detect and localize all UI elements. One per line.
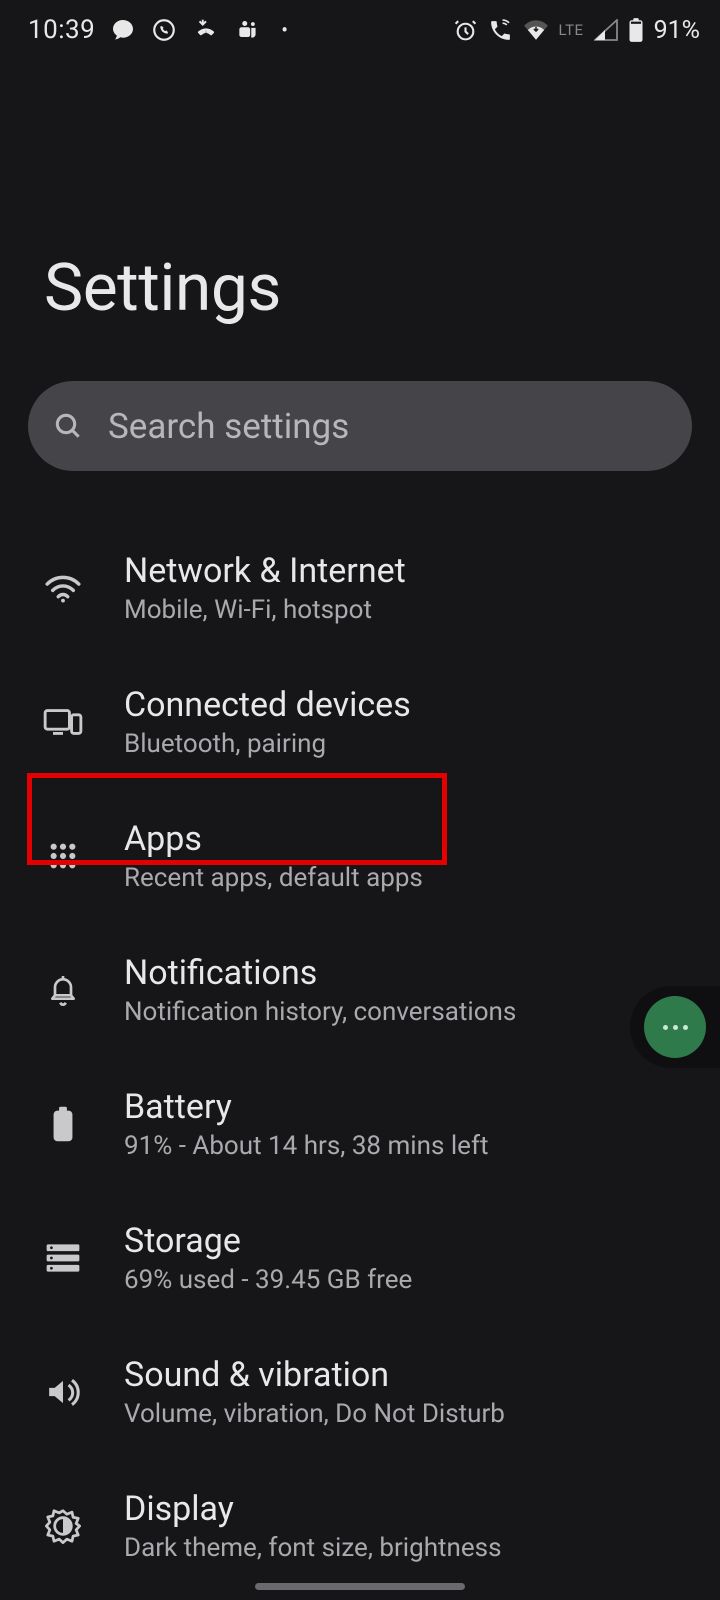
status-bar: 10:39 • LTE 91% bbox=[0, 0, 720, 60]
settings-item-notifications[interactable]: Notifications Notification history, conv… bbox=[0, 923, 720, 1057]
bell-icon bbox=[40, 972, 86, 1008]
search-icon bbox=[52, 410, 84, 442]
item-subtitle: Notification history, conversations bbox=[124, 997, 516, 1027]
display-icon bbox=[40, 1508, 86, 1544]
sound-icon bbox=[40, 1375, 86, 1409]
item-subtitle: Bluetooth, pairing bbox=[124, 729, 411, 759]
settings-item-storage[interactable]: Storage 69% used - 39.45 GB free bbox=[0, 1191, 720, 1325]
missed-call-icon bbox=[193, 17, 219, 43]
chat-icon bbox=[111, 18, 135, 42]
item-title: Storage bbox=[124, 1221, 412, 1261]
item-subtitle: Dark theme, font size, brightness bbox=[124, 1533, 502, 1563]
wifi-status-icon bbox=[523, 19, 549, 41]
devices-icon bbox=[40, 707, 86, 737]
page-title: Settings bbox=[0, 60, 720, 327]
item-title: Sound & vibration bbox=[124, 1355, 505, 1395]
storage-icon bbox=[40, 1243, 86, 1273]
status-clock: 10:39 bbox=[28, 15, 95, 45]
item-subtitle: Recent apps, default apps bbox=[124, 863, 423, 893]
more-icon bbox=[644, 996, 706, 1058]
teams-icon bbox=[235, 17, 261, 43]
search-input[interactable]: Search settings bbox=[28, 381, 692, 471]
settings-item-network[interactable]: Network & Internet Mobile, Wi-Fi, hotspo… bbox=[0, 521, 720, 655]
overflow-side-button[interactable] bbox=[630, 986, 720, 1068]
settings-item-connected-devices[interactable]: Connected devices Bluetooth, pairing bbox=[0, 655, 720, 789]
item-title: Display bbox=[124, 1489, 502, 1529]
apps-icon bbox=[40, 840, 86, 872]
settings-item-sound[interactable]: Sound & vibration Volume, vibration, Do … bbox=[0, 1325, 720, 1459]
status-left: 10:39 • bbox=[28, 15, 288, 45]
item-subtitle: Volume, vibration, Do Not Disturb bbox=[124, 1399, 505, 1429]
wifi-icon bbox=[40, 573, 86, 603]
battery-status-icon bbox=[628, 17, 644, 43]
item-title: Apps bbox=[124, 819, 423, 859]
wifi-calling-icon bbox=[488, 18, 513, 43]
status-right: LTE 91% bbox=[453, 16, 700, 45]
dot-icon: • bbox=[277, 18, 288, 42]
item-subtitle: 69% used - 39.45 GB free bbox=[124, 1265, 412, 1295]
settings-item-apps[interactable]: Apps Recent apps, default apps bbox=[0, 789, 720, 923]
home-indicator[interactable] bbox=[255, 1583, 465, 1590]
item-title: Connected devices bbox=[124, 685, 411, 725]
lte-label: LTE bbox=[559, 21, 584, 39]
alarm-icon bbox=[453, 18, 478, 43]
battery-icon bbox=[40, 1105, 86, 1143]
settings-item-battery[interactable]: Battery 91% - About 14 hrs, 38 mins left bbox=[0, 1057, 720, 1191]
whatsapp-icon bbox=[151, 17, 177, 43]
settings-list: Network & Internet Mobile, Wi-Fi, hotspo… bbox=[0, 471, 720, 1593]
search-placeholder: Search settings bbox=[108, 406, 349, 447]
signal-icon bbox=[594, 19, 618, 41]
battery-percent: 91% bbox=[654, 16, 700, 45]
item-title: Notifications bbox=[124, 953, 516, 993]
item-title: Network & Internet bbox=[124, 551, 406, 591]
settings-item-display[interactable]: Display Dark theme, font size, brightnes… bbox=[0, 1459, 720, 1593]
item-subtitle: 91% - About 14 hrs, 38 mins left bbox=[124, 1131, 489, 1161]
item-title: Battery bbox=[124, 1087, 489, 1127]
item-subtitle: Mobile, Wi-Fi, hotspot bbox=[124, 595, 406, 625]
